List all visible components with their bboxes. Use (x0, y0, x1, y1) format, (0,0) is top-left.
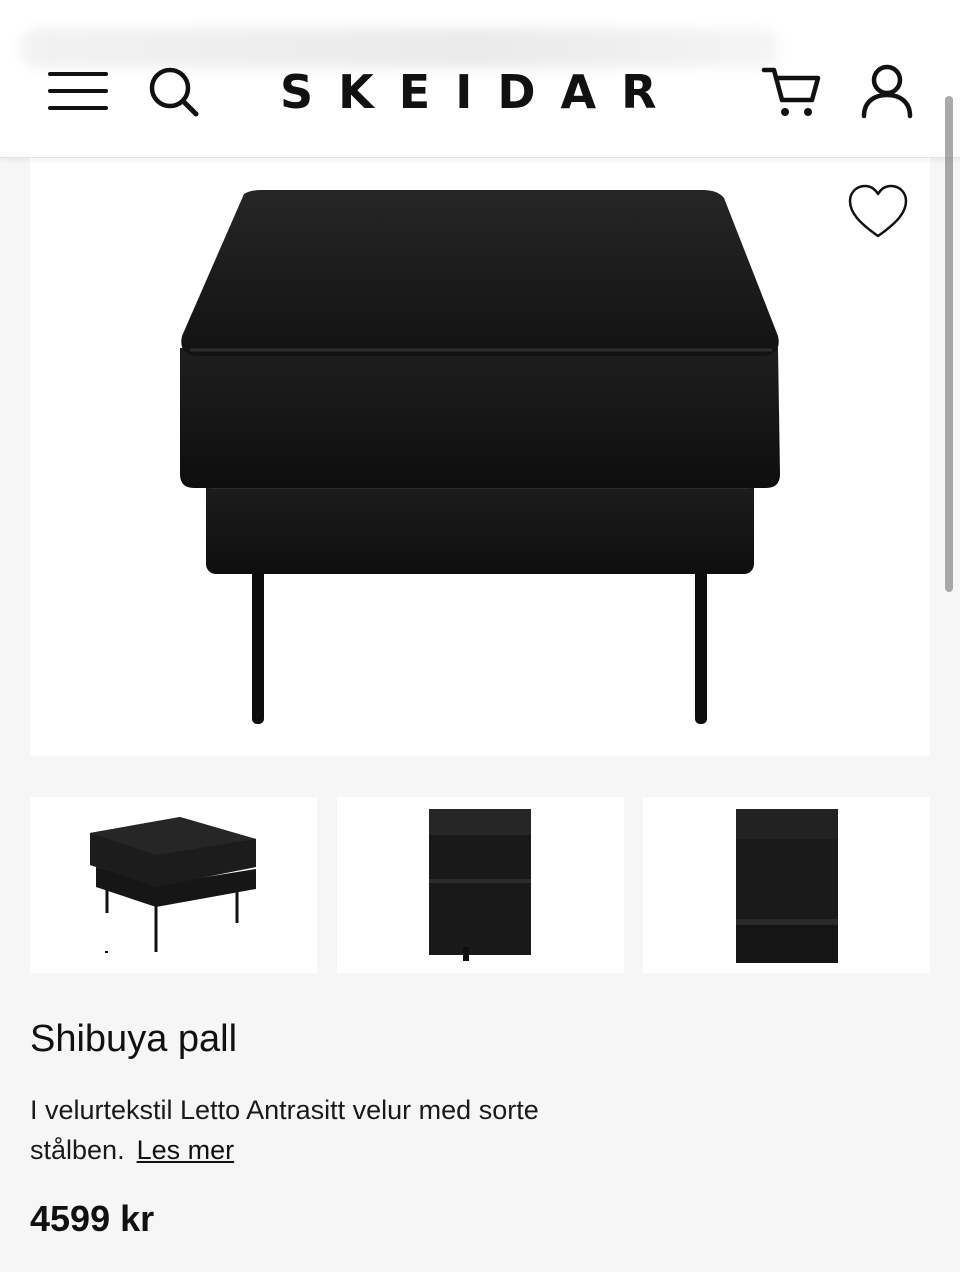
product-price: 4599 kr (30, 1198, 155, 1239)
cart-button[interactable] (760, 62, 824, 122)
cart-icon (761, 67, 821, 116)
search-icon (149, 67, 199, 117)
ottoman-corner-thumbnail (429, 809, 531, 961)
product-title: Shibuya pall (30, 1018, 238, 1060)
product-description: I velurtekstil Letto Antrasitt velur med… (30, 1090, 690, 1170)
menu-icon (48, 72, 108, 110)
ottoman-angle-thumbnail (90, 817, 256, 953)
product-main-image[interactable] (30, 158, 930, 756)
thumbnail-3[interactable] (643, 797, 930, 973)
heart-icon (848, 184, 908, 238)
thumbnail-2[interactable] (337, 797, 624, 973)
site-header: SKEIDAR (0, 0, 960, 158)
fabric-closeup-thumbnail (736, 809, 838, 963)
user-icon (861, 64, 913, 119)
thumbnail-1[interactable] (30, 797, 317, 973)
menu-button[interactable] (46, 68, 110, 114)
description-text: I velurtekstil Letto Antrasitt velur med… (30, 1095, 539, 1165)
read-more-link[interactable]: Les mer (137, 1135, 235, 1165)
scrollbar[interactable] (945, 96, 953, 592)
ottoman-image (180, 190, 780, 724)
brand-logo[interactable]: SKEIDAR (280, 62, 680, 122)
search-button[interactable] (146, 64, 202, 120)
account-button[interactable] (858, 62, 916, 122)
favorite-button[interactable] (846, 182, 910, 242)
